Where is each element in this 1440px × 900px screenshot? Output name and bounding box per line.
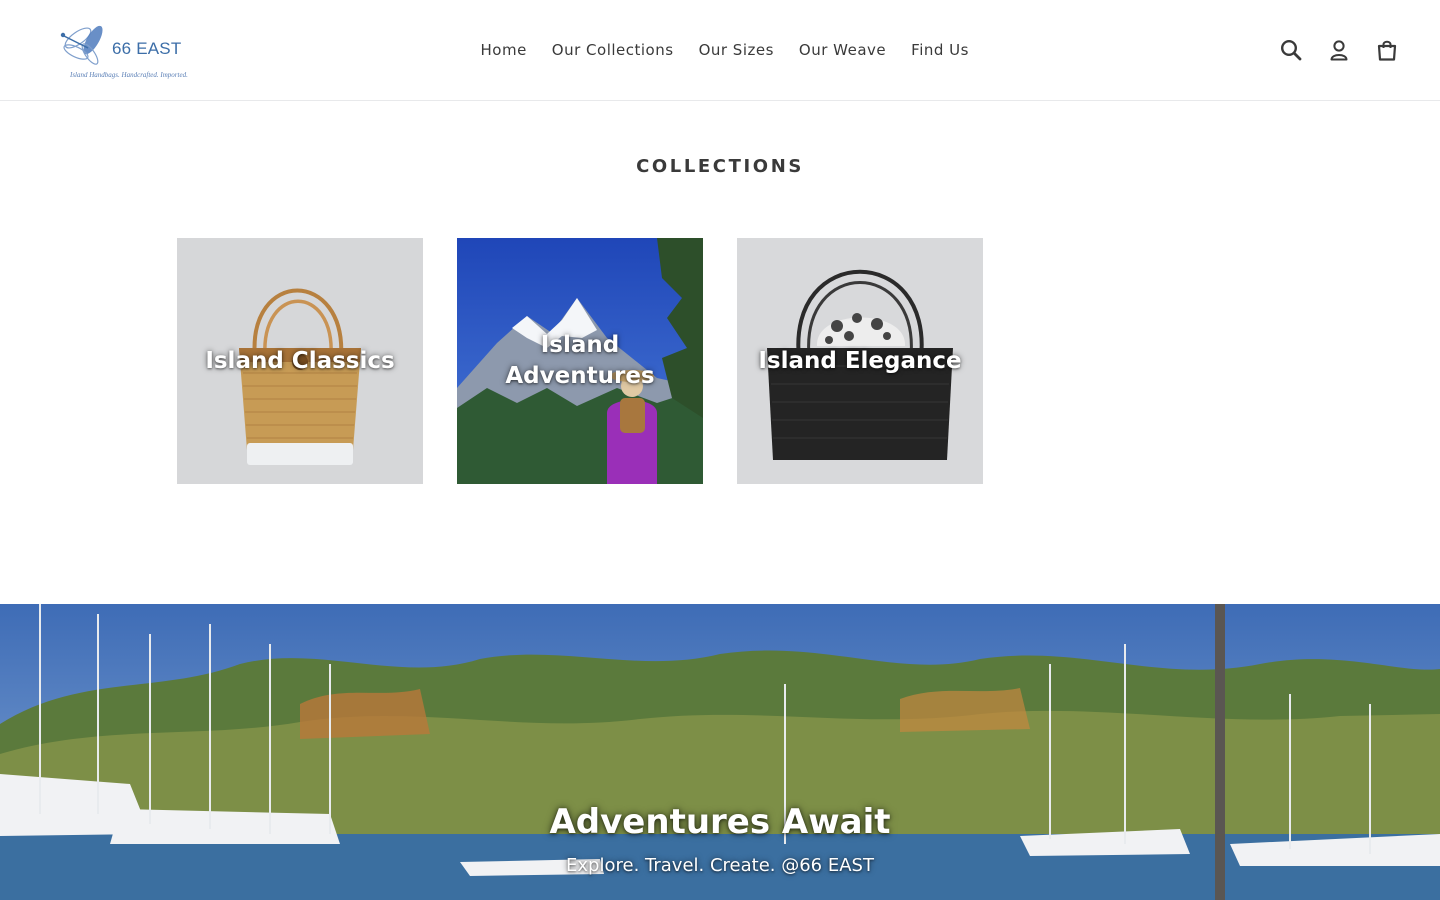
- search-icon: [1280, 39, 1302, 61]
- collection-card-island-classics[interactable]: Island Classics: [177, 238, 423, 484]
- account-icon: [1330, 40, 1348, 61]
- hero-subheading: Explore. Travel. Create. @66 EAST: [566, 855, 874, 876]
- brand-logo[interactable]: 66 EAST Island Handbags. Handcrafted. Im…: [58, 18, 192, 84]
- collection-card-island-adventures[interactable]: Island Adventures: [457, 238, 703, 484]
- nav-our-sizes[interactable]: Our Sizes: [686, 38, 786, 62]
- nav-home[interactable]: Home: [468, 38, 539, 62]
- cart-button[interactable]: [1370, 33, 1404, 67]
- hero-banner: Adventures Await Explore. Travel. Create…: [0, 604, 1440, 900]
- hero-heading: Adventures Await: [549, 802, 891, 842]
- collection-card-island-elegance[interactable]: Island Elegance: [737, 238, 983, 484]
- nav-find-us[interactable]: Find Us: [899, 38, 982, 62]
- collection-title: Island Adventures: [505, 332, 655, 389]
- account-button[interactable]: [1322, 33, 1356, 67]
- nav-our-collections[interactable]: Our Collections: [539, 38, 686, 62]
- collection-title: Island Elegance: [758, 347, 962, 374]
- collections-heading: COLLECTIONS: [636, 156, 804, 177]
- brand-name: 66 EAST: [112, 39, 182, 58]
- brand-tagline: Island Handbags. Handcrafted. Imported.: [70, 71, 188, 79]
- dragonfly-logo-icon: [60, 25, 103, 65]
- main-nav: Home Our Collections Our Sizes Our Weave…: [468, 38, 981, 62]
- header-icons: [1274, 33, 1404, 67]
- collection-title: Island Classics: [205, 347, 395, 374]
- search-button[interactable]: [1274, 33, 1308, 67]
- nav-our-weave[interactable]: Our Weave: [786, 38, 898, 62]
- cart-icon: [1377, 40, 1397, 61]
- site-header: 66 EAST Island Handbags. Handcrafted. Im…: [0, 0, 1440, 101]
